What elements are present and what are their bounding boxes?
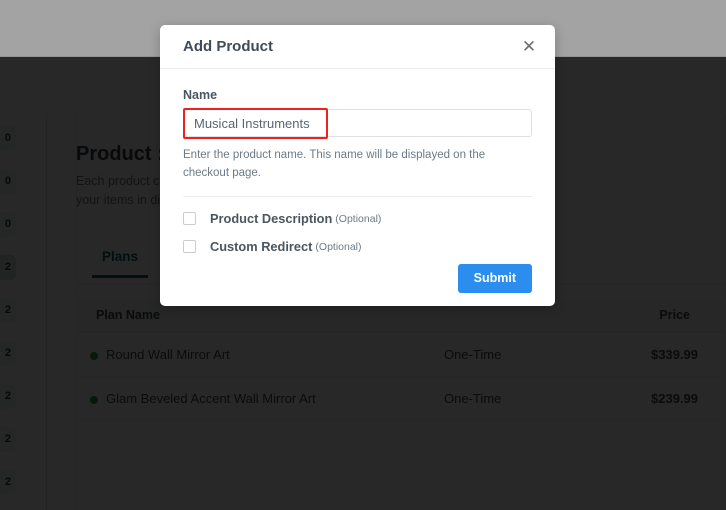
name-field-label: Name — [183, 88, 218, 102]
option-optional-tag: (Optional) — [335, 212, 382, 225]
modal-header: Add Product ✕ — [160, 25, 555, 69]
app-root: 0 0 0 2 2 2 2 2 2 Product : Mirror Art E… — [0, 0, 726, 510]
name-input-wrapper — [183, 108, 532, 139]
option-label: Custom Redirect — [210, 239, 313, 254]
name-field-help: Enter the product name. This name will b… — [183, 149, 486, 179]
option-optional-tag: (Optional) — [315, 240, 362, 253]
option-label: Product Description — [210, 211, 333, 226]
section-divider — [183, 196, 532, 197]
modal-footer: Submit — [160, 254, 555, 306]
checkbox-custom-redirect[interactable] — [183, 240, 196, 253]
close-icon[interactable]: ✕ — [517, 35, 541, 59]
modal-title: Add Product — [183, 38, 273, 55]
option-row-custom-redirect[interactable]: Custom Redirect (Optional) — [183, 239, 532, 254]
checkbox-product-description[interactable] — [183, 212, 196, 225]
add-product-modal: Add Product ✕ Name Enter the product nam… — [160, 25, 555, 306]
name-input[interactable] — [183, 109, 532, 137]
submit-button[interactable]: Submit — [457, 264, 532, 293]
option-row-product-description[interactable]: Product Description (Optional) — [183, 211, 532, 226]
modal-body: Name Enter the product name. This name w… — [160, 69, 555, 254]
